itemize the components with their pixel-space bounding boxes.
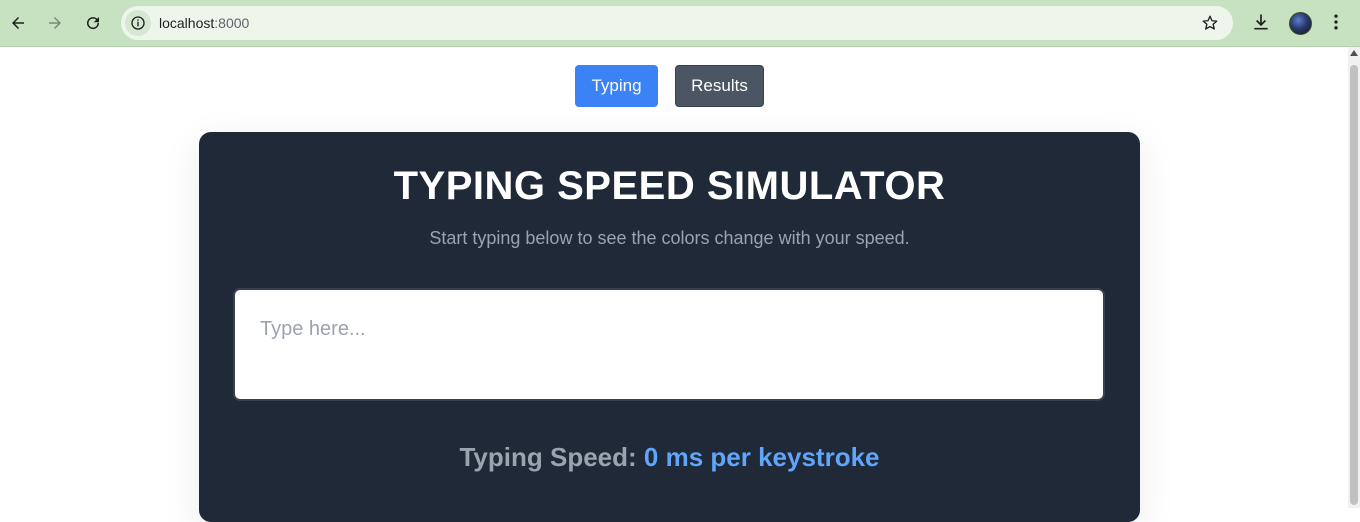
page-title: TYPING SPEED SIMULATOR — [393, 164, 946, 208]
scroll-up-arrow-icon[interactable] — [1350, 50, 1358, 56]
forward-arrow-icon — [49, 17, 61, 29]
typing-speed-label: Typing Speed: — [459, 442, 637, 472]
url-text[interactable]: localhost:8000 — [159, 15, 249, 31]
site-info-button[interactable] — [125, 10, 151, 36]
simulator-card: TYPING SPEED SIMULATOR Start typing belo… — [199, 132, 1140, 522]
reload-icon — [87, 17, 100, 30]
typing-speed-readout: Typing Speed: 0 ms per keystroke — [199, 442, 1140, 473]
download-icon[interactable] — [1251, 12, 1271, 32]
bookmark-star-icon[interactable] — [1201, 14, 1219, 32]
profile-avatar[interactable] — [1289, 12, 1312, 35]
reload-button[interactable] — [81, 11, 105, 35]
tab-typing[interactable]: Typing — [575, 65, 658, 107]
url-host: localhost — [159, 15, 215, 31]
kebab-menu-icon[interactable] — [1326, 12, 1346, 32]
forward-button[interactable] — [43, 11, 67, 35]
address-bar[interactable]: localhost:8000 — [121, 6, 1233, 40]
vertical-scrollbar[interactable] — [1348, 47, 1360, 508]
site-info-icon — [131, 16, 145, 30]
url-port: :8000 — [214, 15, 250, 31]
typing-input[interactable] — [233, 288, 1105, 401]
back-arrow-icon — [12, 17, 24, 29]
back-button[interactable] — [6, 11, 30, 35]
typing-speed-value: 0 ms per keystroke — [643, 442, 880, 472]
scrollbar-thumb[interactable] — [1350, 65, 1358, 505]
page-content: Typing Results TYPING SPEED SIMULATOR St… — [0, 47, 1348, 522]
browser-toolbar: localhost:8000 — [0, 0, 1360, 47]
page-subtitle: Start typing below to see the colors cha… — [429, 228, 910, 248]
tab-results[interactable]: Results — [675, 65, 764, 107]
